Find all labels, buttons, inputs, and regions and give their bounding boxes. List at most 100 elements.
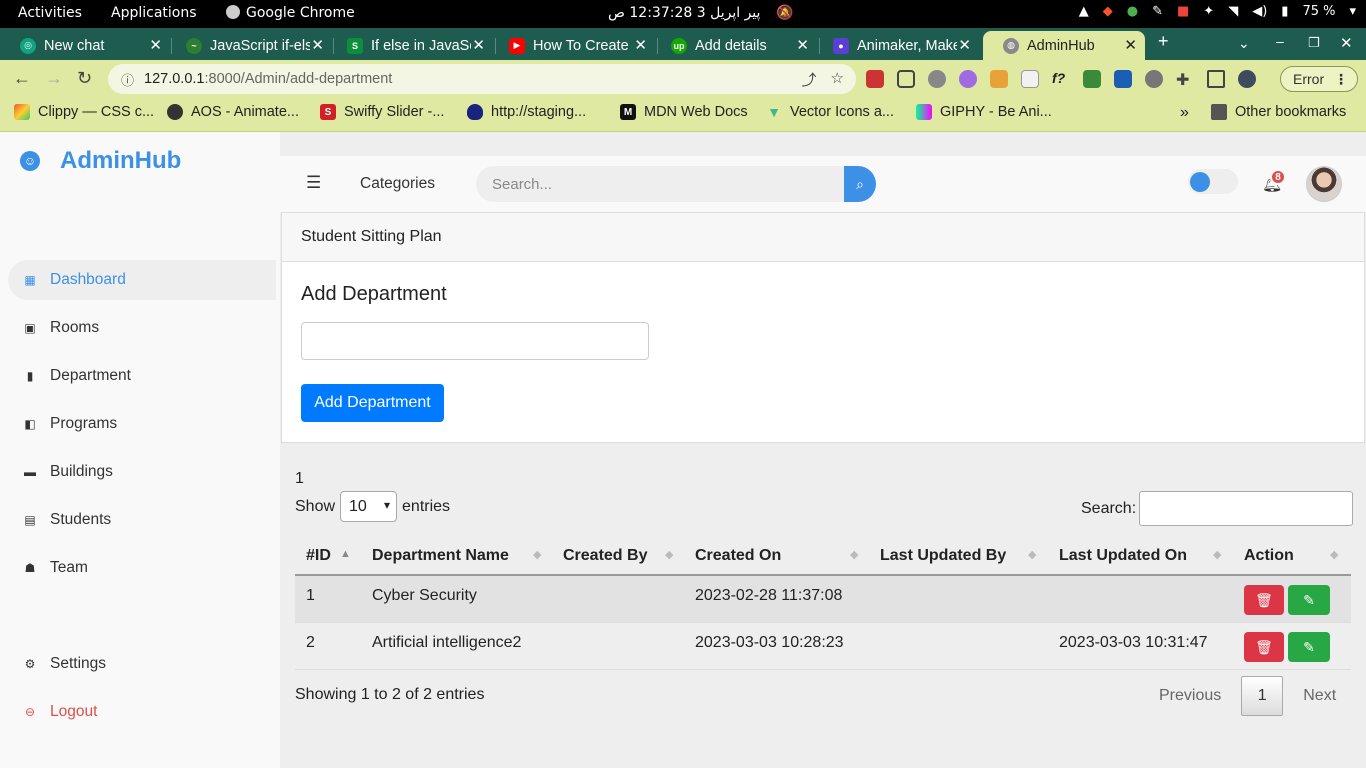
back-icon[interactable]: ← bbox=[13, 68, 31, 89]
bookmarks-overflow-chevron-icon[interactable]: » bbox=[1180, 104, 1189, 122]
tab-if-else-javascript[interactable]: S If else in JavaScript ✕ bbox=[327, 31, 493, 60]
close-icon[interactable]: ✕ bbox=[796, 36, 809, 54]
activities-button[interactable]: Activities bbox=[18, 5, 82, 21]
next-page-button[interactable]: Next bbox=[1289, 676, 1350, 716]
battery-icon: ▮ bbox=[1281, 4, 1289, 19]
side-panel-icon[interactable] bbox=[1207, 70, 1225, 88]
profile-avatar-icon[interactable] bbox=[1238, 70, 1256, 88]
minimize-icon[interactable]: – bbox=[1276, 33, 1284, 49]
column-header-last-updated-by[interactable]: Last Updated By bbox=[880, 547, 1006, 565]
menu-icon[interactable]: ☰ bbox=[306, 173, 321, 193]
power-menu-icon[interactable]: ▾ bbox=[1349, 4, 1356, 19]
bookmark-mdn[interactable]: M MDN Web Docs bbox=[620, 104, 748, 120]
extension-fonts-icon[interactable]: f? bbox=[1052, 70, 1070, 88]
sidebar-item-settings[interactable]: ⚙ Settings bbox=[8, 644, 276, 684]
sidebar-item-buildings[interactable]: ▬ Buildings bbox=[8, 452, 276, 492]
close-icon[interactable]: ✕ bbox=[1124, 36, 1137, 54]
department-name-input[interactable] bbox=[301, 322, 649, 360]
column-header-id[interactable]: #ID bbox=[306, 547, 331, 565]
extension-picker-icon[interactable] bbox=[990, 70, 1008, 88]
column-header-action[interactable]: Action bbox=[1244, 547, 1294, 565]
bookmark-star-icon[interactable]: ☆ bbox=[831, 69, 844, 90]
chrome-app-indicator[interactable]: Google Chrome bbox=[226, 5, 355, 21]
sidebar-item-team[interactable]: ☗ Team bbox=[8, 548, 276, 588]
column-header-created-on[interactable]: Created On bbox=[695, 547, 781, 565]
cell-department-name: Cyber Security bbox=[372, 587, 477, 604]
table-search-input[interactable] bbox=[1139, 491, 1354, 526]
extension-tree-icon[interactable] bbox=[1083, 70, 1101, 88]
bookmark-giphy[interactable]: GIPHY - Be Ani... bbox=[916, 104, 1052, 120]
upload-icon: ▲ bbox=[1078, 4, 1089, 19]
record-count: 1 bbox=[295, 470, 304, 487]
theme-toggle[interactable] bbox=[1188, 169, 1238, 194]
share-icon[interactable]: ⤴ bbox=[802, 69, 817, 90]
tab-new-chat[interactable]: ◎ New chat ✕ bbox=[0, 31, 170, 60]
tab-how-to-create[interactable]: ▶ How To Create ✕ bbox=[489, 31, 655, 60]
search-button[interactable]: ⌕ bbox=[844, 166, 876, 202]
sidebar-item-dashboard[interactable]: ▦ Dashboard bbox=[8, 260, 276, 300]
sidebar-item-logout[interactable]: ⊖ Logout bbox=[8, 692, 276, 732]
bookmark-clippy[interactable]: Clippy — CSS c... bbox=[14, 104, 154, 120]
extension-adblock-icon[interactable] bbox=[866, 70, 884, 88]
page-length-select[interactable]: 10 ▾ bbox=[340, 491, 398, 522]
column-header-last-updated-on[interactable]: Last Updated On bbox=[1059, 547, 1187, 565]
bookmark-staging[interactable]: http://staging... bbox=[467, 104, 586, 120]
sidebar-item-label: Programs bbox=[50, 415, 118, 432]
extension-notes-icon[interactable] bbox=[1021, 70, 1039, 88]
tab-javascript-if-else[interactable]: ~ JavaScript if-else ✕ bbox=[166, 31, 332, 60]
window-close-icon[interactable]: ✕ bbox=[1340, 34, 1353, 52]
anydesk-icon: ■ bbox=[1177, 4, 1190, 19]
column-header-department-name[interactable]: Department Name bbox=[372, 547, 509, 565]
column-header-created-by[interactable]: Created By bbox=[563, 547, 647, 565]
reload-icon[interactable]: ↻ bbox=[77, 68, 92, 89]
extension-settings-icon[interactable] bbox=[1145, 70, 1163, 88]
new-tab-icon[interactable]: + bbox=[1158, 31, 1169, 52]
extension-bitwarden-icon[interactable] bbox=[1114, 70, 1132, 88]
previous-page-button[interactable]: Previous bbox=[1145, 676, 1235, 716]
swiffy-icon: S bbox=[320, 104, 336, 120]
smile-icon: ☺ bbox=[20, 151, 40, 171]
applications-menu[interactable]: Applications bbox=[111, 5, 197, 21]
categories-link[interactable]: Categories bbox=[360, 175, 435, 193]
sidebar-item-department[interactable]: ▮ Department bbox=[8, 356, 276, 396]
delete-button[interactable]: 🗑︎ bbox=[1244, 585, 1284, 615]
error-button[interactable]: Error ⋮ bbox=[1280, 66, 1358, 92]
current-page-button[interactable]: 1 bbox=[1241, 676, 1284, 716]
system-tray[interactable]: ▲ ◆ ● ✎ ■ ✦ ◥ ◀) ▮ 75 % ▾ bbox=[1079, 4, 1356, 19]
address-bar[interactable]: ⓘ 127.0.0.1:8000/Admin/add-department ⤴ … bbox=[108, 64, 856, 94]
close-icon[interactable]: ✕ bbox=[472, 36, 485, 54]
edit-button[interactable]: ✎ bbox=[1288, 632, 1330, 662]
brand-logo[interactable]: ☺ AdminHub bbox=[20, 147, 181, 175]
tab-adminhub[interactable]: ◍ AdminHub ✕ bbox=[983, 31, 1145, 60]
delete-button[interactable]: 🗑︎ bbox=[1244, 632, 1284, 662]
search-input[interactable]: Search... bbox=[476, 166, 844, 202]
system-top-bar: Activities Applications Google Chrome پی… bbox=[0, 0, 1366, 28]
sidebar-item-programs[interactable]: ◧ Programs bbox=[8, 404, 276, 444]
tab-add-details[interactable]: up Add details ✕ bbox=[651, 31, 817, 60]
close-icon[interactable]: ✕ bbox=[311, 36, 324, 54]
maximize-icon[interactable]: ❐ bbox=[1308, 35, 1320, 51]
add-department-card: Student Sitting Plan Add Department Add … bbox=[281, 212, 1365, 443]
close-icon[interactable]: ✕ bbox=[634, 36, 647, 54]
system-clock[interactable]: پیر اپریل 3 12:37:28 ص bbox=[608, 5, 760, 21]
bookmark-vector-icons[interactable]: ▼ Vector Icons a... bbox=[766, 104, 894, 120]
extension-capture-icon[interactable] bbox=[897, 70, 915, 88]
other-bookmarks-folder[interactable]: Other bookmarks bbox=[1211, 104, 1346, 120]
extension-bug-icon[interactable] bbox=[928, 70, 946, 88]
bookmark-swiffy[interactable]: S Swiffy Slider -... bbox=[320, 104, 444, 120]
tab-search-chevron-icon[interactable]: ⌄ bbox=[1238, 35, 1250, 52]
chevron-down-icon: ▾ bbox=[384, 498, 391, 512]
sidebar-item-students[interactable]: ▤ Students bbox=[8, 500, 276, 540]
add-department-button[interactable]: Add Department bbox=[301, 384, 444, 422]
edit-button[interactable]: ✎ bbox=[1288, 585, 1330, 615]
close-icon[interactable]: ✕ bbox=[958, 36, 971, 54]
forward-icon[interactable]: → bbox=[45, 68, 63, 89]
tab-animaker[interactable]: ● Animaker, Make ✕ bbox=[813, 31, 979, 60]
avatar[interactable] bbox=[1306, 166, 1342, 202]
bookmark-aos[interactable]: AOS - Animate... bbox=[167, 104, 299, 120]
site-info-icon[interactable]: ⓘ bbox=[121, 70, 134, 89]
sidebar-item-rooms[interactable]: ▣ Rooms bbox=[8, 308, 276, 348]
extension-colorzilla-icon[interactable] bbox=[959, 70, 977, 88]
close-icon[interactable]: ✕ bbox=[149, 36, 162, 54]
extensions-puzzle-icon[interactable]: ✚ bbox=[1176, 70, 1194, 89]
